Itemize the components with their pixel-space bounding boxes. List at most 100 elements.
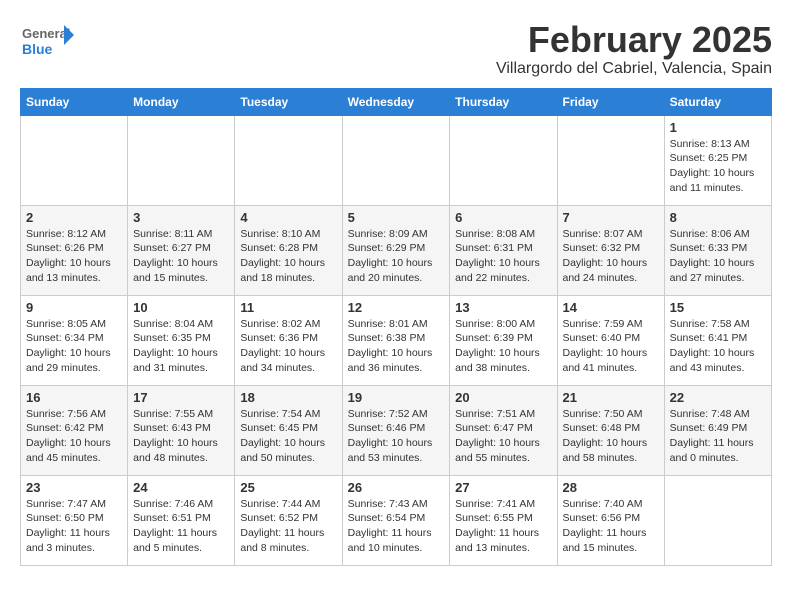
day-number: 6	[455, 210, 551, 225]
day-info: Sunrise: 8:01 AMSunset: 6:38 PMDaylight:…	[348, 317, 445, 376]
calendar-cell: 21 Sunrise: 7:50 AMSunset: 6:48 PMDayligh…	[557, 385, 664, 475]
calendar-cell: 10Sunrise: 8:04 AMSunset: 6:35 PMDayligh…	[128, 295, 235, 385]
calendar-cell: 17Sunrise: 7:55 AMSunset: 6:43 PMDayligh…	[128, 385, 235, 475]
weekday-header-tuesday: Tuesday	[235, 88, 342, 115]
calendar-cell	[235, 115, 342, 205]
weekday-header-monday: Monday	[128, 88, 235, 115]
day-number: 16	[26, 390, 122, 405]
day-info: Sunrise: 8:02 AMSunset: 6:36 PMDaylight:…	[240, 317, 336, 376]
day-info: Sunrise: 7:59 AMSunset: 6:40 PMDaylight:…	[563, 317, 659, 376]
weekday-header-thursday: Thursday	[450, 88, 557, 115]
calendar-cell	[557, 115, 664, 205]
day-info: Sunrise: 8:00 AMSunset: 6:39 PMDaylight:…	[455, 317, 551, 376]
logo: General Blue	[20, 20, 74, 60]
day-number: 2	[26, 210, 122, 225]
calendar-cell: 14 Sunrise: 7:59 AMSunset: 6:40 PMDayligh…	[557, 295, 664, 385]
day-info: Sunrise: 8:07 AMSunset: 6:32 PMDaylight:…	[563, 227, 659, 286]
day-number: 17	[133, 390, 229, 405]
day-info: Sunrise: 8:08 AMSunset: 6:31 PMDaylight:…	[455, 227, 551, 286]
day-number: 4	[240, 210, 336, 225]
day-number: 19	[348, 390, 445, 405]
day-info: Sunrise: 8:10 AMSunset: 6:28 PMDaylight:…	[240, 227, 336, 286]
day-number: 7	[563, 210, 659, 225]
calendar-table: SundayMondayTuesdayWednesdayThursdayFrid…	[20, 88, 772, 566]
day-info: Sunrise: 7:46 AMSunset: 6:51 PMDaylight:…	[133, 497, 229, 556]
day-info: Sunrise: 8:13 AMSunset: 6:25 PMDaylight:…	[670, 137, 766, 196]
calendar-cell: 18Sunrise: 7:54 AMSunset: 6:45 PMDayligh…	[235, 385, 342, 475]
calendar-cell: 12 Sunrise: 8:01 AMSunset: 6:38 PMDayligh…	[342, 295, 450, 385]
day-number: 8	[670, 210, 766, 225]
day-info: Sunrise: 8:06 AMSunset: 6:33 PMDaylight:…	[670, 227, 766, 286]
calendar-cell: 2 Sunrise: 8:12 AMSunset: 6:26 PMDaylight…	[21, 205, 128, 295]
day-number: 9	[26, 300, 122, 315]
day-info: Sunrise: 7:50 AMSunset: 6:48 PMDaylight:…	[563, 407, 659, 466]
day-info: Sunrise: 7:48 AMSunset: 6:49 PMDaylight:…	[670, 407, 766, 466]
calendar-cell: 9 Sunrise: 8:05 AMSunset: 6:34 PMDaylight…	[21, 295, 128, 385]
day-info: Sunrise: 7:51 AMSunset: 6:47 PMDaylight:…	[455, 407, 551, 466]
day-number: 20	[455, 390, 551, 405]
calendar-cell: 6 Sunrise: 8:08 AMSunset: 6:31 PMDaylight…	[450, 205, 557, 295]
calendar-cell	[342, 115, 450, 205]
calendar-cell: 11 Sunrise: 8:02 AMSunset: 6:36 PMDayligh…	[235, 295, 342, 385]
weekday-header-friday: Friday	[557, 88, 664, 115]
day-info: Sunrise: 7:54 AMSunset: 6:45 PMDaylight:…	[240, 407, 336, 466]
day-number: 26	[348, 480, 445, 495]
svg-text:Blue: Blue	[22, 41, 53, 57]
week-row-3: 9 Sunrise: 8:05 AMSunset: 6:34 PMDaylight…	[21, 295, 772, 385]
week-row-4: 16 Sunrise: 7:56 AMSunset: 6:42 PMDayligh…	[21, 385, 772, 475]
month-title: February 2025	[496, 20, 772, 60]
title-area: February 2025 Villargordo del Cabriel, V…	[496, 20, 772, 78]
day-number: 15	[670, 300, 766, 315]
day-number: 23	[26, 480, 122, 495]
calendar-cell: 28 Sunrise: 7:40 AMSunset: 6:56 PMDayligh…	[557, 475, 664, 565]
day-info: Sunrise: 7:52 AMSunset: 6:46 PMDaylight:…	[348, 407, 445, 466]
calendar-cell: 22 Sunrise: 7:48 AMSunset: 6:49 PMDayligh…	[664, 385, 771, 475]
day-info: Sunrise: 7:47 AMSunset: 6:50 PMDaylight:…	[26, 497, 122, 556]
calendar-cell: 4 Sunrise: 8:10 AMSunset: 6:28 PMDaylight…	[235, 205, 342, 295]
calendar-cell	[21, 115, 128, 205]
weekday-header-row: SundayMondayTuesdayWednesdayThursdayFrid…	[21, 88, 772, 115]
day-number: 24	[133, 480, 229, 495]
location-title: Villargordo del Cabriel, Valencia, Spain	[496, 60, 772, 78]
calendar-cell: 15Sunrise: 7:58 AMSunset: 6:41 PMDayligh…	[664, 295, 771, 385]
calendar-cell: 20 Sunrise: 7:51 AMSunset: 6:47 PMDayligh…	[450, 385, 557, 475]
week-row-2: 2 Sunrise: 8:12 AMSunset: 6:26 PMDaylight…	[21, 205, 772, 295]
day-number: 27	[455, 480, 551, 495]
calendar-cell: 24 Sunrise: 7:46 AMSunset: 6:51 PMDayligh…	[128, 475, 235, 565]
calendar-cell	[664, 475, 771, 565]
calendar-cell	[128, 115, 235, 205]
day-number: 21	[563, 390, 659, 405]
day-info: Sunrise: 7:56 AMSunset: 6:42 PMDaylight:…	[26, 407, 122, 466]
logo-icon: General Blue	[20, 20, 70, 60]
calendar-cell: 8 Sunrise: 8:06 AMSunset: 6:33 PMDaylight…	[664, 205, 771, 295]
day-info: Sunrise: 7:40 AMSunset: 6:56 PMDaylight:…	[563, 497, 659, 556]
day-number: 11	[240, 300, 336, 315]
day-number: 13	[455, 300, 551, 315]
calendar-cell: 3 Sunrise: 8:11 AMSunset: 6:27 PMDaylight…	[128, 205, 235, 295]
calendar-cell: 1 Sunrise: 8:13 AMSunset: 6:25 PMDaylight…	[664, 115, 771, 205]
day-number: 22	[670, 390, 766, 405]
day-info: Sunrise: 7:43 AMSunset: 6:54 PMDaylight:…	[348, 497, 445, 556]
calendar-cell: 7 Sunrise: 8:07 AMSunset: 6:32 PMDaylight…	[557, 205, 664, 295]
day-number: 25	[240, 480, 336, 495]
weekday-header-wednesday: Wednesday	[342, 88, 450, 115]
day-number: 14	[563, 300, 659, 315]
calendar-cell: 16 Sunrise: 7:56 AMSunset: 6:42 PMDayligh…	[21, 385, 128, 475]
day-info: Sunrise: 8:05 AMSunset: 6:34 PMDaylight:…	[26, 317, 122, 376]
calendar-cell: 19 Sunrise: 7:52 AMSunset: 6:46 PMDayligh…	[342, 385, 450, 475]
week-row-5: 23 Sunrise: 7:47 AMSunset: 6:50 PMDayligh…	[21, 475, 772, 565]
day-info: Sunrise: 8:09 AMSunset: 6:29 PMDaylight:…	[348, 227, 445, 286]
day-info: Sunrise: 8:11 AMSunset: 6:27 PMDaylight:…	[133, 227, 229, 286]
day-number: 10	[133, 300, 229, 315]
day-info: Sunrise: 7:44 AMSunset: 6:52 PMDaylight:…	[240, 497, 336, 556]
day-number: 28	[563, 480, 659, 495]
calendar-cell: 23 Sunrise: 7:47 AMSunset: 6:50 PMDayligh…	[21, 475, 128, 565]
day-number: 3	[133, 210, 229, 225]
weekday-header-sunday: Sunday	[21, 88, 128, 115]
svg-text:General: General	[22, 26, 70, 41]
calendar-cell: 5 Sunrise: 8:09 AMSunset: 6:29 PMDaylight…	[342, 205, 450, 295]
day-number: 1	[670, 120, 766, 135]
day-info: Sunrise: 8:12 AMSunset: 6:26 PMDaylight:…	[26, 227, 122, 286]
day-number: 5	[348, 210, 445, 225]
day-number: 12	[348, 300, 445, 315]
